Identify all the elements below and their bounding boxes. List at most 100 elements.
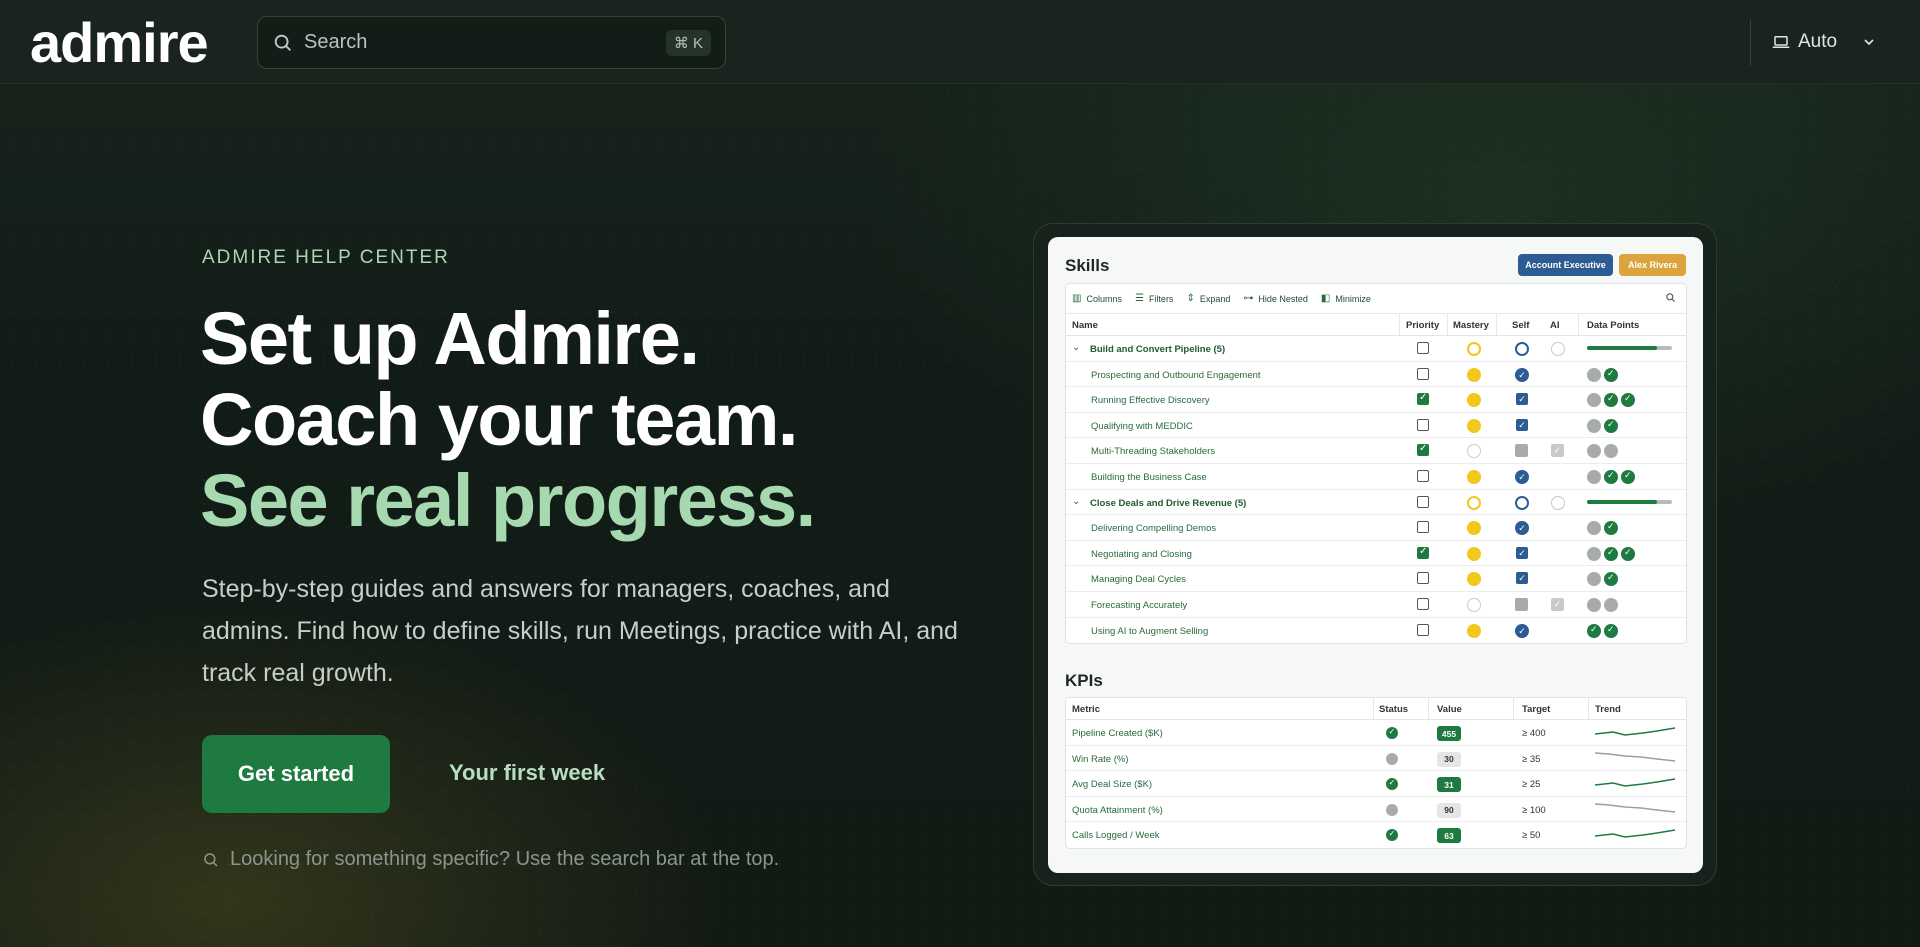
skill-name[interactable]: Using AI to Augment Selling [1091, 626, 1208, 637]
skill-row[interactable]: Negotiating and Closing ✓ [1066, 541, 1686, 567]
kpi-trend-sparkline [1595, 829, 1676, 839]
skill-name[interactable]: Delivering Compelling Demos [1091, 523, 1216, 534]
columns-icon: ▥ [1072, 293, 1082, 304]
skill-name[interactable]: Build and Convert Pipeline (5) [1090, 344, 1225, 355]
theme-selector[interactable]: Auto [1772, 26, 1885, 58]
priority-checkbox[interactable] [1417, 342, 1431, 356]
data-point-check-icon [1604, 623, 1618, 638]
skill-name[interactable]: Prospecting and Outbound Engagement [1091, 370, 1261, 381]
data-point-check-icon [1604, 546, 1618, 561]
kpi-row[interactable]: Pipeline Created ($K) 455 ≥ 400 [1066, 720, 1686, 746]
data-point-check-icon [1587, 623, 1601, 638]
kpi-value: 455 [1437, 726, 1461, 741]
kpi-row[interactable]: Quota Attainment (%) 90 ≥ 100 [1066, 797, 1686, 823]
priority-checkbox[interactable] [1417, 546, 1431, 561]
priority-checkbox[interactable] [1417, 623, 1431, 638]
col-divider [1588, 698, 1589, 720]
kpis-table: Metric Status Value Target Trend Pipelin… [1065, 697, 1687, 849]
your-first-week-link[interactable]: Your first week [449, 760, 605, 786]
mastery-indicator [1467, 521, 1481, 536]
skill-name[interactable]: Negotiating and Closing [1091, 549, 1192, 560]
skill-group-row[interactable]: ⌄ Build and Convert Pipeline (5) [1066, 336, 1686, 362]
data-points [1587, 623, 1621, 638]
kpi-row[interactable]: Win Rate (%) 30 ≥ 35 [1066, 746, 1686, 772]
priority-checkbox[interactable] [1417, 572, 1431, 586]
kpi-trend-sparkline [1595, 803, 1676, 813]
skill-group-row[interactable]: ⌄ Close Deals and Drive Revenue (5) [1066, 490, 1686, 516]
data-point-empty-icon [1587, 444, 1601, 459]
expand-tool: ⇕ Expand [1186, 293, 1231, 304]
kpi-metric[interactable]: Avg Deal Size ($K) [1072, 779, 1152, 790]
kpi-metric[interactable]: Win Rate (%) [1072, 754, 1128, 765]
kpi-row[interactable]: Calls Logged / Week 63 ≥ 50 [1066, 822, 1686, 848]
skill-name[interactable]: Multi-Threading Stakeholders [1091, 446, 1215, 457]
priority-checkbox[interactable] [1417, 367, 1431, 382]
data-point-empty-icon [1587, 393, 1601, 408]
self-assessed-badge: ✓ [1515, 521, 1529, 536]
skill-row[interactable]: Delivering Compelling Demos ✓ [1066, 515, 1686, 541]
kpi-status-icon [1386, 803, 1398, 816]
skills-toolbar: ▥ Columns ☰ Filters ⇕ Expand ⊶ Hide Nested ◧… [1066, 284, 1686, 314]
self-progress-ring [1515, 495, 1529, 510]
data-points [1587, 418, 1621, 433]
data-point-empty-icon [1587, 572, 1601, 587]
data-point-check-icon [1621, 469, 1635, 484]
ai-assessment-box: ✓ [1551, 444, 1564, 458]
theme-label: Auto [1798, 31, 1838, 52]
chevron-down-icon [1864, 39, 1874, 46]
data-point-check-icon [1604, 418, 1618, 433]
self-assessed-badge: ✓ [1515, 623, 1529, 638]
skill-name[interactable]: Close Deals and Drive Revenue (5) [1090, 498, 1246, 509]
mastery-indicator [1467, 444, 1481, 459]
skill-row[interactable]: Prospecting and Outbound Engagement ✓ [1066, 362, 1686, 388]
skill-row[interactable]: Managing Deal Cycles ✓ [1066, 566, 1686, 592]
get-started-button[interactable]: Get started [202, 735, 390, 813]
data-points [1587, 469, 1638, 484]
skill-name[interactable]: Forecasting Accurately [1091, 600, 1187, 611]
col-target: Target [1522, 704, 1551, 715]
skill-row[interactable]: Forecasting Accurately ✓ [1066, 592, 1686, 618]
data-point-check-icon [1604, 521, 1618, 536]
admire-logo[interactable]: admire [30, 10, 209, 75]
kpi-status-icon [1386, 752, 1398, 765]
priority-checkbox[interactable] [1417, 469, 1431, 484]
priority-checkbox[interactable] [1417, 521, 1431, 535]
skill-row[interactable]: Running Effective Discovery ✓ [1066, 387, 1686, 413]
mastery-indicator [1467, 597, 1481, 612]
data-point-check-icon [1621, 393, 1635, 408]
chevron-down-icon[interactable]: ⌄ [1072, 342, 1080, 353]
skill-name[interactable]: Running Effective Discovery [1091, 395, 1210, 406]
kpi-metric[interactable]: Calls Logged / Week [1072, 830, 1160, 841]
priority-checkbox[interactable] [1417, 418, 1431, 433]
chevron-down-icon[interactable]: ⌄ [1072, 496, 1080, 507]
kpi-metric[interactable]: Quota Attainment (%) [1072, 805, 1163, 816]
skill-row[interactable]: Using AI to Augment Selling ✓ [1066, 618, 1686, 644]
kpi-metric[interactable]: Pipeline Created ($K) [1072, 728, 1163, 739]
ai-assessment-box: ✓ [1551, 597, 1564, 611]
priority-checkbox[interactable] [1417, 495, 1431, 510]
skill-row[interactable]: Building the Business Case ✓ [1066, 464, 1686, 490]
self-assessed-badge: ✓ [1515, 469, 1529, 484]
priority-checkbox[interactable] [1417, 443, 1431, 458]
self-assessed-box: ✓ [1516, 572, 1528, 585]
role-pill: Account Executive [1518, 254, 1613, 276]
data-point-empty-icon [1587, 469, 1601, 484]
col-mastery: Mastery [1453, 320, 1489, 331]
skill-name[interactable]: Managing Deal Cycles [1091, 574, 1186, 585]
kpi-row[interactable]: Avg Deal Size ($K) 31 ≥ 25 [1066, 771, 1686, 797]
header-divider [1750, 20, 1751, 66]
priority-checkbox[interactable] [1417, 597, 1431, 612]
priority-checkbox[interactable] [1417, 392, 1431, 407]
skill-name[interactable]: Building the Business Case [1091, 472, 1207, 483]
mastery-indicator [1467, 418, 1481, 433]
skill-name[interactable]: Qualifying with MEDDIC [1091, 421, 1193, 432]
skill-row[interactable]: Qualifying with MEDDIC ✓ [1066, 413, 1686, 439]
col-status: Status [1379, 704, 1409, 715]
kpi-trend-sparkline [1595, 727, 1676, 736]
data-point-empty-icon [1604, 444, 1618, 459]
data-point-check-icon [1604, 367, 1618, 382]
col-data-points: Data Points [1587, 320, 1640, 331]
mastery-indicator [1467, 367, 1481, 382]
search-bar[interactable]: Search ⌘ K [257, 16, 726, 69]
skill-row[interactable]: Multi-Threading Stakeholders ✓ [1066, 438, 1686, 464]
